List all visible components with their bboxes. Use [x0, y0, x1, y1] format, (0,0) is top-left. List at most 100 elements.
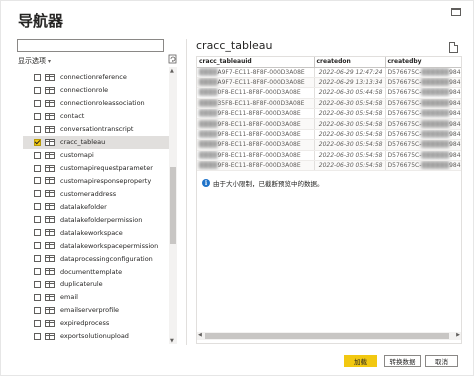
- table-cell: ████0F8-EC11-8F8F-000D3A08E: [197, 87, 315, 99]
- table-icon: [45, 99, 55, 107]
- refresh-icon[interactable]: [168, 54, 178, 64]
- cell-text: 2022-06-29 12:47:24: [318, 68, 383, 76]
- column-header[interactable]: createdby: [385, 57, 461, 68]
- checkbox[interactable]: [34, 73, 41, 81]
- cell-suffix: 984: [449, 79, 461, 87]
- table-cell: D576675C-██████984: [385, 150, 461, 162]
- list-item[interactable]: documenttemplate: [23, 265, 169, 278]
- pane-divider: [186, 39, 187, 345]
- scroll-thumb[interactable]: [170, 167, 176, 244]
- list-item-label: conversationtranscript: [60, 125, 134, 134]
- truncation-notice: i 由于大小限制，已截断预览中的数据。: [202, 178, 324, 188]
- column-header[interactable]: cracc_tableauid: [197, 57, 315, 68]
- cell-text: 2022-06-30 05:54:58: [318, 99, 383, 107]
- checkbox[interactable]: [34, 216, 41, 224]
- list-item[interactable]: conversationtranscript: [23, 123, 169, 136]
- list-item[interactable]: datalakeworkspacepermission: [23, 239, 169, 252]
- checkbox[interactable]: [34, 86, 41, 94]
- cell-suffix: 984: [449, 151, 461, 159]
- list-item[interactable]: customapirequestparameter: [23, 162, 169, 175]
- cell-text: D576675C-: [387, 151, 422, 159]
- redacted-text: ██████: [421, 141, 450, 149]
- redacted-text: ██████: [421, 79, 450, 87]
- checkbox[interactable]: [34, 99, 41, 107]
- list-item[interactable]: connectionroleassociation: [23, 97, 169, 110]
- list-item[interactable]: datalakefolderpermission: [23, 213, 169, 226]
- column-header[interactable]: createdon: [314, 57, 386, 68]
- checkbox[interactable]: [34, 332, 41, 340]
- checkbox[interactable]: [34, 242, 41, 250]
- cell-text: D576675C-: [387, 89, 422, 97]
- checkbox[interactable]: [34, 229, 41, 237]
- checkbox[interactable]: [34, 306, 41, 314]
- list-item[interactable]: exportsolutionupload: [23, 330, 169, 343]
- list-item[interactable]: connectionreference: [23, 71, 169, 84]
- list-item[interactable]: datalakefolder: [23, 200, 169, 213]
- checkbox[interactable]: [34, 293, 41, 301]
- navigator-dialog: 导航器 显示选项 ▾ connectionreference connection…: [0, 0, 474, 376]
- display-options-dropdown[interactable]: 显示选项 ▾: [18, 56, 51, 66]
- scroll-up-icon[interactable]: ▲: [170, 68, 174, 74]
- list-item-label: dataprocessingconfiguration: [60, 254, 153, 263]
- list-item[interactable]: dataprocessingconfiguration: [23, 252, 169, 265]
- cell-text: 0F8-EC11-8F8F-000D3A08E: [217, 89, 301, 97]
- checkbox[interactable]: [34, 319, 41, 327]
- transform-data-button[interactable]: 转换数据: [384, 355, 421, 367]
- checkbox[interactable]: [34, 138, 41, 146]
- checkbox[interactable]: [34, 268, 41, 276]
- vertical-scrollbar[interactable]: ▲ ▼: [169, 67, 177, 344]
- redacted-text: ██████: [421, 162, 450, 170]
- checkbox[interactable]: [34, 280, 41, 288]
- list-item[interactable]: duplicaterule: [23, 278, 169, 291]
- table-cell: 2022-06-30 05:54:58: [314, 108, 386, 120]
- export-icon[interactable]: [449, 42, 458, 53]
- horizontal-scrollbar[interactable]: ◀ ▶: [197, 332, 461, 340]
- checkbox[interactable]: [34, 151, 41, 159]
- maximize-icon[interactable]: [449, 7, 463, 19]
- table-icon: [45, 229, 55, 237]
- table-row: ████9F8-EC11-8F8F-000D3A08E 2022-06-30 05…: [197, 139, 461, 151]
- list-item[interactable]: connectionrole: [23, 84, 169, 97]
- table-icon: [45, 164, 55, 172]
- list-item[interactable]: customeraddress: [23, 187, 169, 200]
- display-options-label: 显示选项: [18, 57, 46, 65]
- list-item-label: datalakefolderpermission: [60, 215, 143, 224]
- load-button[interactable]: 加载: [344, 355, 377, 367]
- checkbox[interactable]: [34, 203, 41, 211]
- checkbox[interactable]: [34, 190, 41, 198]
- cell-text: 2022-06-30 05:54:58: [318, 151, 383, 159]
- cell-suffix: 984: [449, 120, 461, 128]
- cancel-button[interactable]: 取消: [425, 355, 458, 367]
- list-item[interactable]: datalakeworkspace: [23, 226, 169, 239]
- checkbox[interactable]: [34, 177, 41, 185]
- table-icon: [45, 332, 55, 340]
- list-item-label: connectionreference: [60, 73, 127, 82]
- table-cell: ████A9F7-EC11-8F8F-000D3A08E: [197, 67, 315, 78]
- chevron-down-icon: ▾: [48, 57, 52, 65]
- list-item[interactable]: customapi: [23, 149, 169, 162]
- cell-text: D576675C-: [387, 110, 422, 118]
- list-item[interactable]: email: [23, 291, 169, 304]
- scroll-thumb[interactable]: [205, 333, 449, 339]
- list-item[interactable]: customapiresponseproperty: [23, 175, 169, 188]
- table-icon: [45, 190, 55, 198]
- checkbox[interactable]: [34, 255, 41, 263]
- scroll-down-icon[interactable]: ▼: [170, 338, 174, 344]
- cell-suffix: 984: [449, 162, 461, 170]
- redacted-text: ██████: [421, 110, 450, 118]
- table-cell: 2022-06-30 05:54:58: [314, 160, 386, 172]
- list-item[interactable]: emailserverprofile: [23, 304, 169, 317]
- checkbox[interactable]: [34, 164, 41, 172]
- table-icon: [45, 138, 55, 146]
- table-row: ████35F8-EC11-8F8F-000D3A08E 2022-06-30 0…: [197, 98, 461, 110]
- checkbox[interactable]: [34, 112, 41, 120]
- list-item[interactable]: cracc_tableau: [23, 135, 169, 149]
- search-input[interactable]: [17, 39, 164, 52]
- scroll-right-icon[interactable]: ▶: [456, 332, 460, 338]
- checkbox[interactable]: [34, 125, 41, 133]
- list-item[interactable]: expiredprocess: [23, 317, 169, 330]
- cell-text: 2022-06-30 05:54:58: [318, 120, 383, 128]
- table-cell: ████A9F7-EC11-8F8F-000D3A08E: [197, 77, 315, 89]
- scroll-left-icon[interactable]: ◀: [198, 332, 202, 338]
- list-item[interactable]: contact: [23, 110, 169, 123]
